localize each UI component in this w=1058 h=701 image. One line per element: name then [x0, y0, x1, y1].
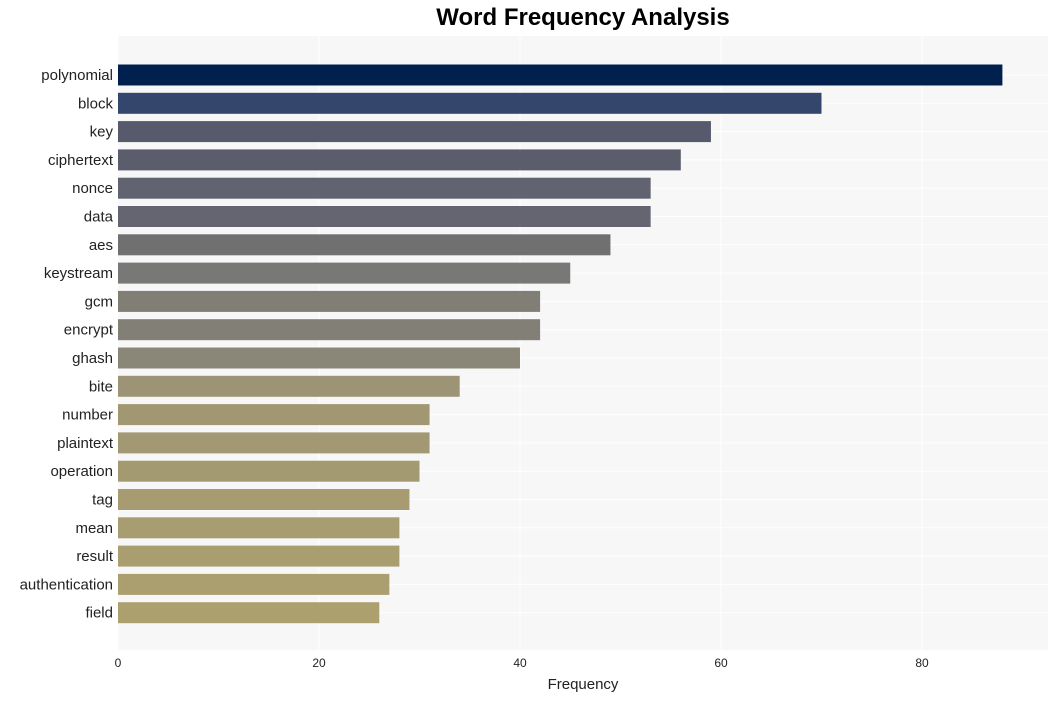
bar-key — [118, 121, 711, 143]
bar-ghash — [118, 347, 520, 369]
y-tick-label: authentication — [20, 576, 113, 593]
bar-result — [118, 545, 400, 567]
x-tick-label: 80 — [915, 656, 929, 670]
y-tick-label: number — [62, 407, 113, 424]
y-tick-label: plaintext — [57, 435, 114, 452]
bar-mean — [118, 517, 400, 539]
bar-tag — [118, 489, 410, 510]
bar-block — [118, 92, 822, 114]
y-tick-label: aes — [89, 237, 113, 254]
y-tick-label: ciphertext — [48, 152, 114, 169]
bar-keystream — [118, 262, 571, 284]
bar-nonce — [118, 177, 651, 199]
bar-field — [118, 602, 380, 624]
bar-encrypt — [118, 319, 541, 341]
y-tick-label: operation — [50, 463, 113, 480]
x-axis-label: Frequency — [548, 676, 619, 693]
y-tick-label: keystream — [44, 265, 113, 282]
x-tick-label: 40 — [513, 656, 527, 670]
y-tick-label: gcm — [85, 293, 113, 310]
x-axis-ticks: 0 20 40 60 80 — [115, 656, 929, 670]
y-tick-label: ghash — [72, 350, 113, 367]
bar-ciphertext — [118, 149, 681, 171]
x-tick-label: 20 — [312, 656, 326, 670]
y-tick-label: encrypt — [64, 322, 114, 339]
y-tick-label: nonce — [72, 180, 113, 197]
bar-chart: polynomial block key ciphertext nonce data aes… — [20, 36, 1048, 693]
y-tick-label: data — [84, 209, 114, 226]
y-tick-label: key — [90, 124, 114, 141]
bar-plaintext — [118, 432, 430, 454]
y-tick-label: bite — [89, 378, 113, 395]
x-tick-label: 60 — [714, 656, 728, 670]
y-tick-label: block — [78, 95, 114, 112]
bar-authentication — [118, 573, 390, 595]
bar-gcm — [118, 290, 541, 312]
bar-number — [118, 404, 430, 426]
y-tick-label: mean — [75, 520, 113, 537]
bar-operation — [118, 460, 420, 482]
bar-polynomial — [118, 64, 1003, 86]
y-tick-label: tag — [92, 492, 113, 509]
y-tick-label: result — [76, 548, 114, 565]
y-axis-ticks: polynomial block key ciphertext nonce data aes… — [20, 67, 114, 622]
bar-bite — [118, 375, 460, 397]
bar-aes — [118, 234, 611, 256]
x-tick-label: 0 — [115, 656, 122, 670]
y-tick-label: field — [85, 605, 113, 622]
y-tick-label: polynomial — [41, 67, 113, 84]
bar-data — [118, 206, 651, 227]
